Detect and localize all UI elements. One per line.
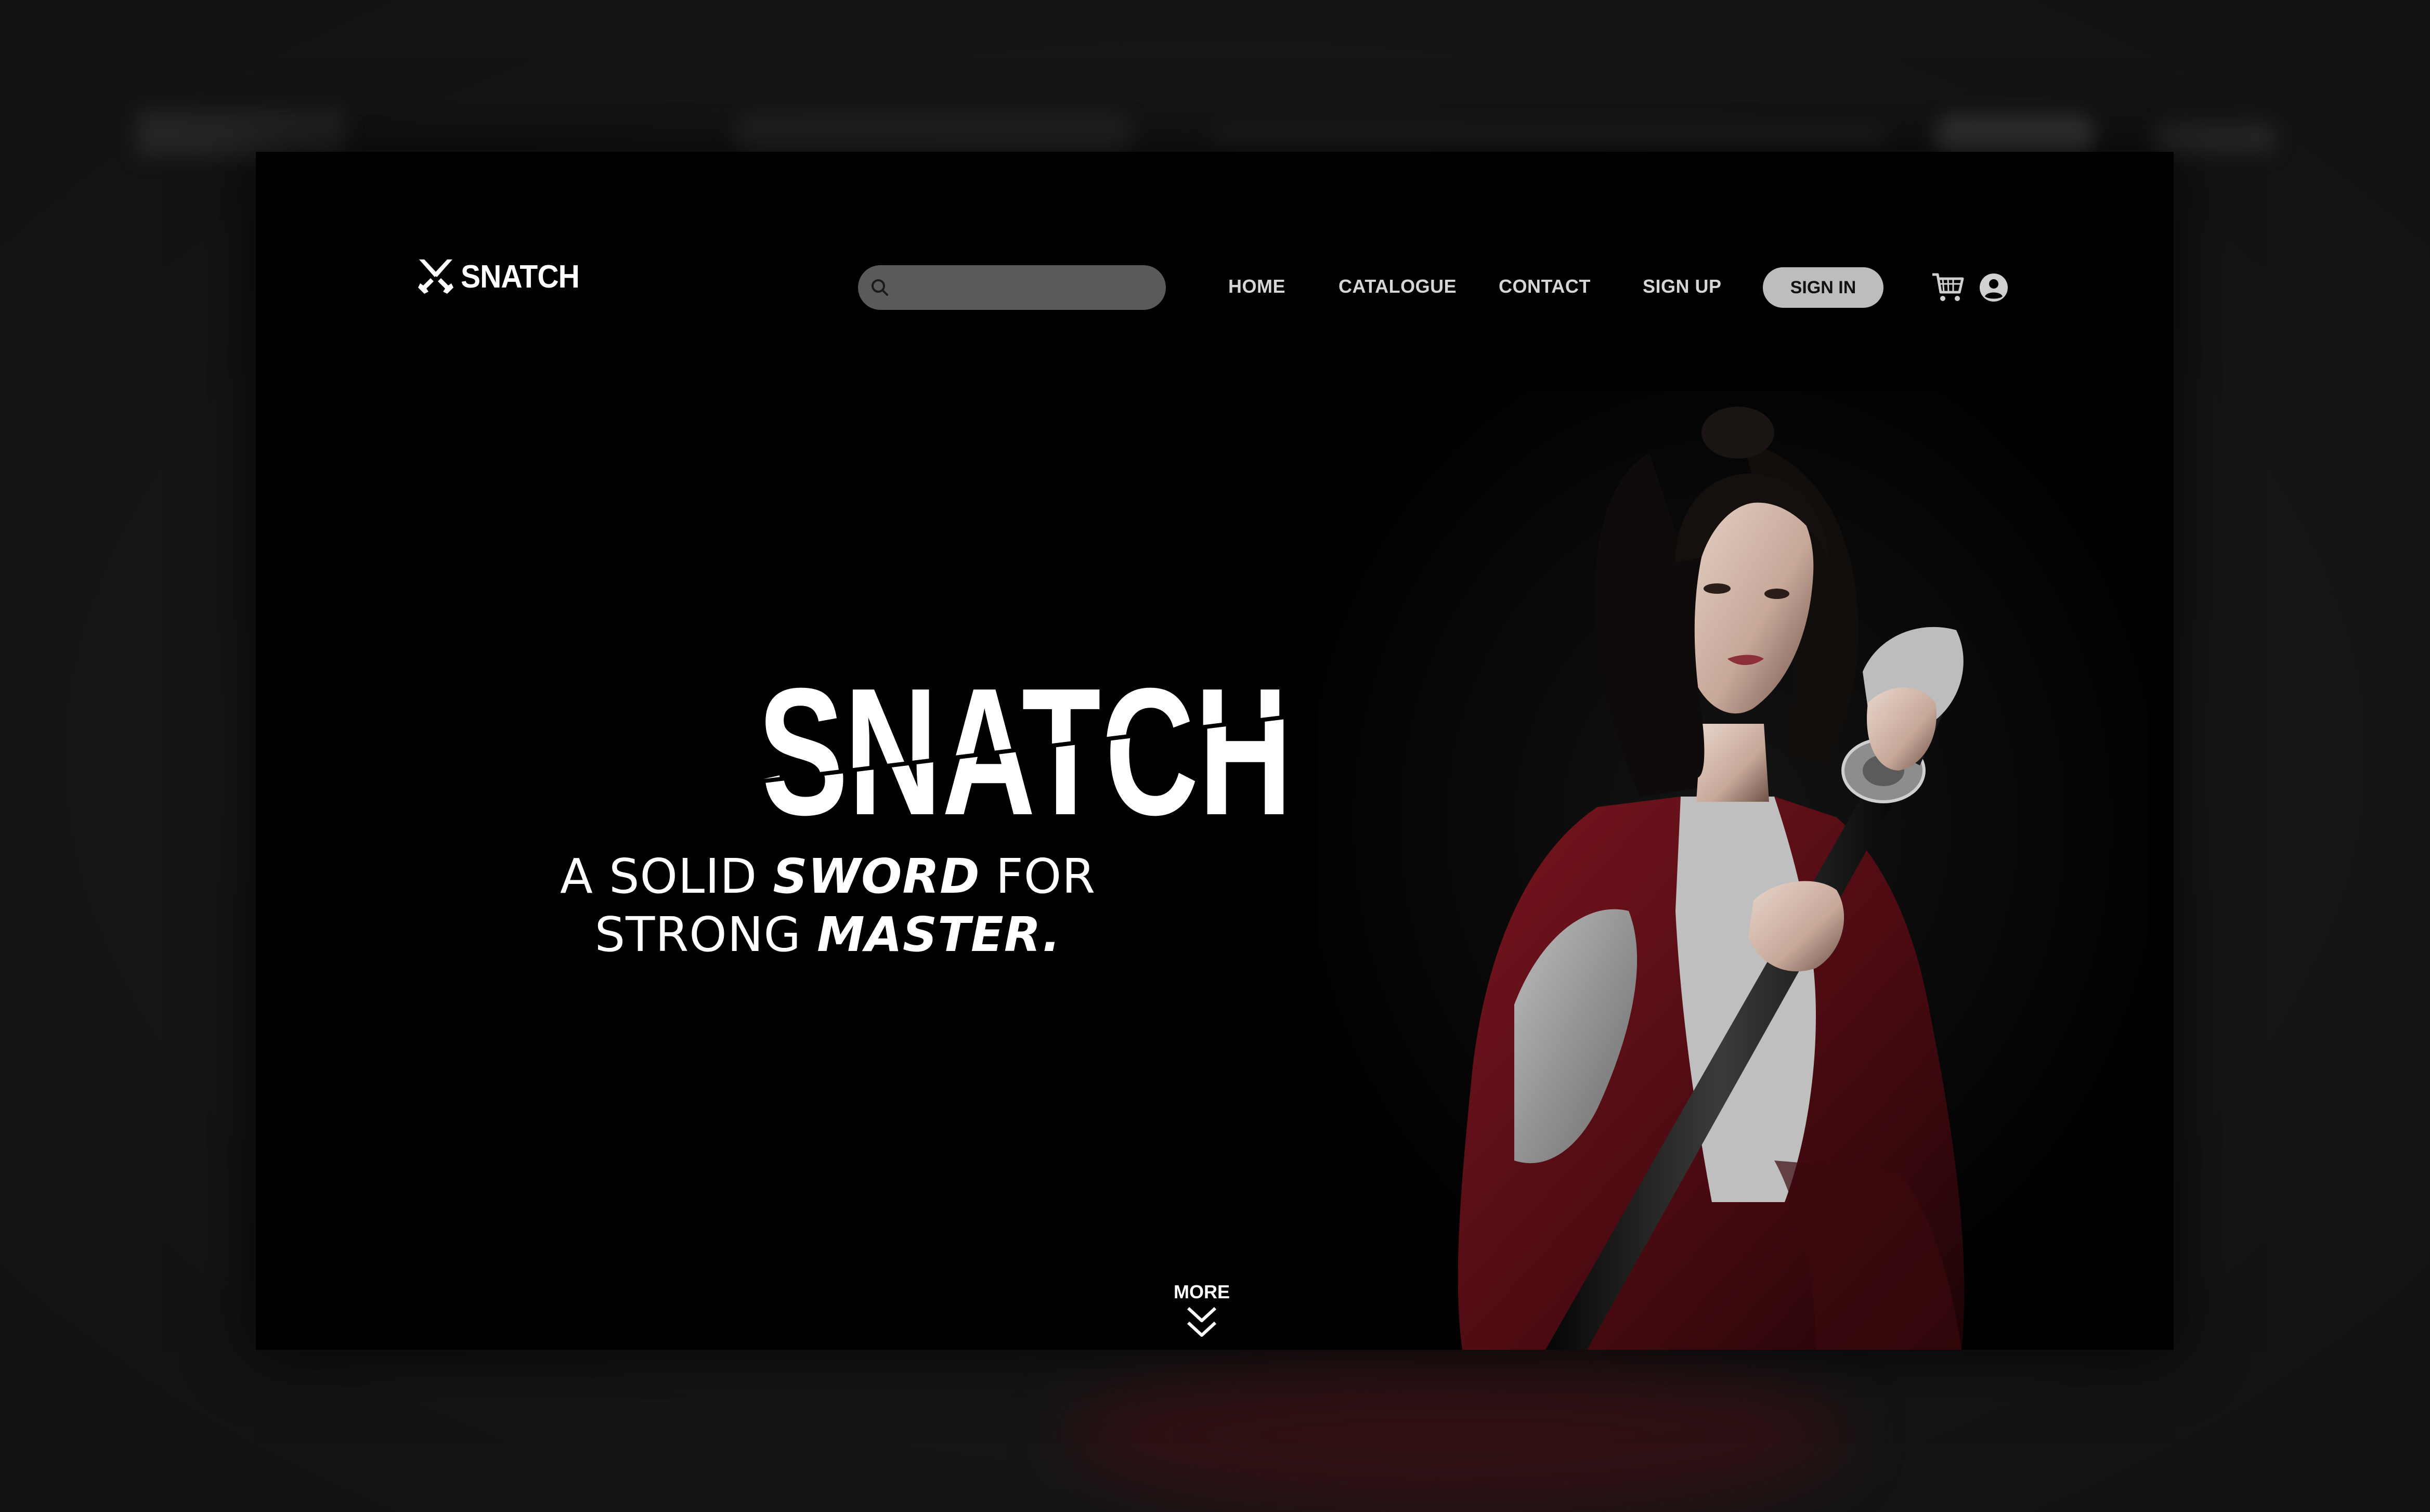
crossed-swords-icon [418, 259, 453, 294]
backdrop-ghost-figure [1066, 1352, 1846, 1512]
tagline-line-1-post: FOR [980, 849, 1096, 904]
tagline-line-1-pre: A SOLID [560, 849, 773, 904]
double-chevron-down-icon [1187, 1307, 1217, 1337]
swordswoman-hero-image [1317, 391, 2149, 1350]
hero-tagline: A SOLID SWORD FOR STRONG MASTER. [516, 848, 1140, 964]
nav-home[interactable]: HOME [1228, 276, 1285, 297]
nav-contact[interactable]: CONTACT [1499, 276, 1591, 297]
tagline-line-1: A SOLID SWORD FOR [516, 848, 1140, 906]
brand-name: SNATCH [461, 258, 580, 295]
landing-page-frame: SNATCH HOME CATALOGUE CONTACT SIGN UP SI… [256, 152, 2174, 1350]
backdrop-ghost-signin [1934, 115, 2096, 157]
backdrop-ghost-search [733, 114, 1134, 156]
search-bar[interactable] [858, 265, 1166, 310]
user-account-icon[interactable] [1979, 272, 2009, 303]
backdrop-ghost-logo [136, 110, 344, 157]
backdrop-ghost-nav [1212, 125, 1888, 148]
search-icon [872, 279, 888, 296]
tagline-line-2: STRONG MASTER. [516, 906, 1140, 964]
cart-icon[interactable] [1931, 271, 1966, 304]
tagline-highlight-master: MASTER. [817, 907, 1061, 962]
tagline-line-2-pre: STRONG [594, 907, 817, 962]
brand-logo[interactable]: SNATCH [417, 258, 590, 295]
hero-title: SNATCH SNATCH [758, 661, 1292, 828]
nav-catalogue[interactable]: CATALOGUE [1339, 276, 1457, 297]
tagline-highlight-sword: SWORD [773, 849, 980, 904]
nav-sign-up[interactable]: SIGN UP [1643, 276, 1722, 297]
more-label: MORE [1174, 1281, 1230, 1302]
backdrop-ghost-icons [2153, 123, 2278, 154]
search-input[interactable] [899, 277, 1150, 298]
more-button[interactable]: MORE [1160, 1281, 1243, 1340]
sign-in-button[interactable]: SIGN IN [1763, 267, 1883, 308]
